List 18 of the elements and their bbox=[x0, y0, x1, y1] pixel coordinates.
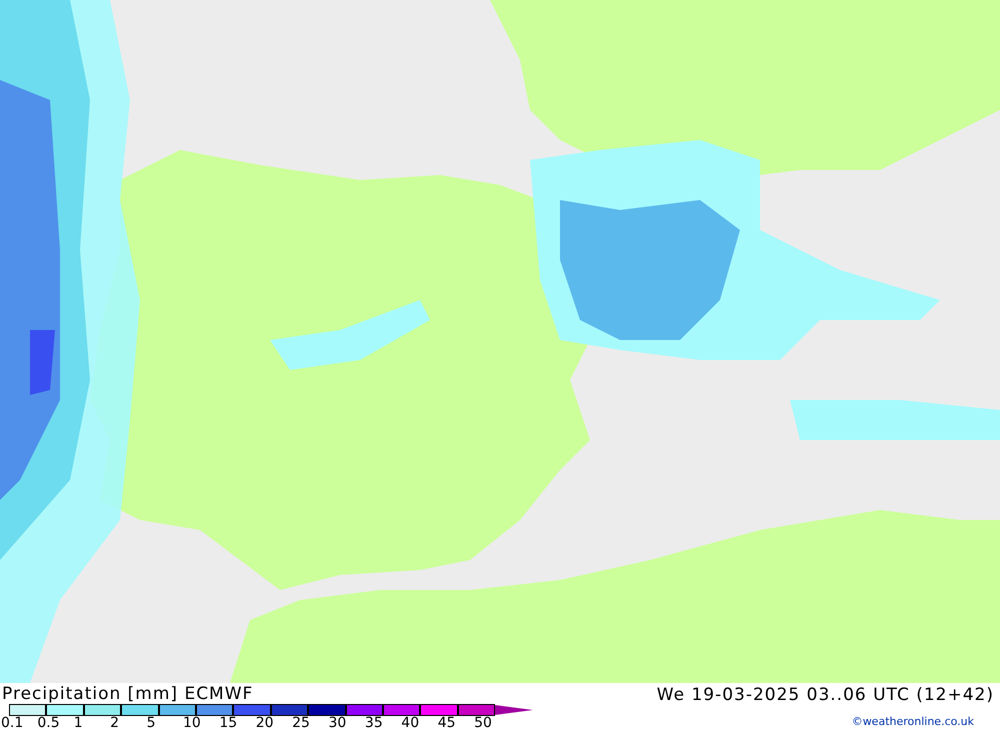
legend-label: 10 bbox=[182, 715, 202, 731]
legend-label: 40 bbox=[401, 715, 420, 731]
legend-label: 20 bbox=[256, 715, 275, 731]
map-title: Precipitation [mm] ECMWF bbox=[2, 683, 254, 705]
legend-label: 0.5 bbox=[37, 715, 61, 731]
legend-label: 50 bbox=[474, 715, 493, 731]
legend-label: 0.1 bbox=[1, 715, 24, 731]
valid-time: We 19-03-2025 03..06 UTC (12+42) bbox=[656, 684, 994, 707]
legend-label: 1 bbox=[74, 715, 84, 731]
legend-label: 30 bbox=[328, 715, 348, 731]
legend-label: 15 bbox=[219, 715, 238, 731]
legend-label: 35 bbox=[364, 715, 384, 731]
legend-label: 5 bbox=[146, 715, 156, 731]
legend-label: 45 bbox=[438, 715, 457, 731]
credit-link[interactable]: ©weatheronline.co.uk bbox=[852, 715, 974, 728]
legend-arrow-icon bbox=[495, 705, 534, 715]
legend-label: 25 bbox=[292, 715, 311, 731]
legend-label: 2 bbox=[110, 715, 120, 731]
